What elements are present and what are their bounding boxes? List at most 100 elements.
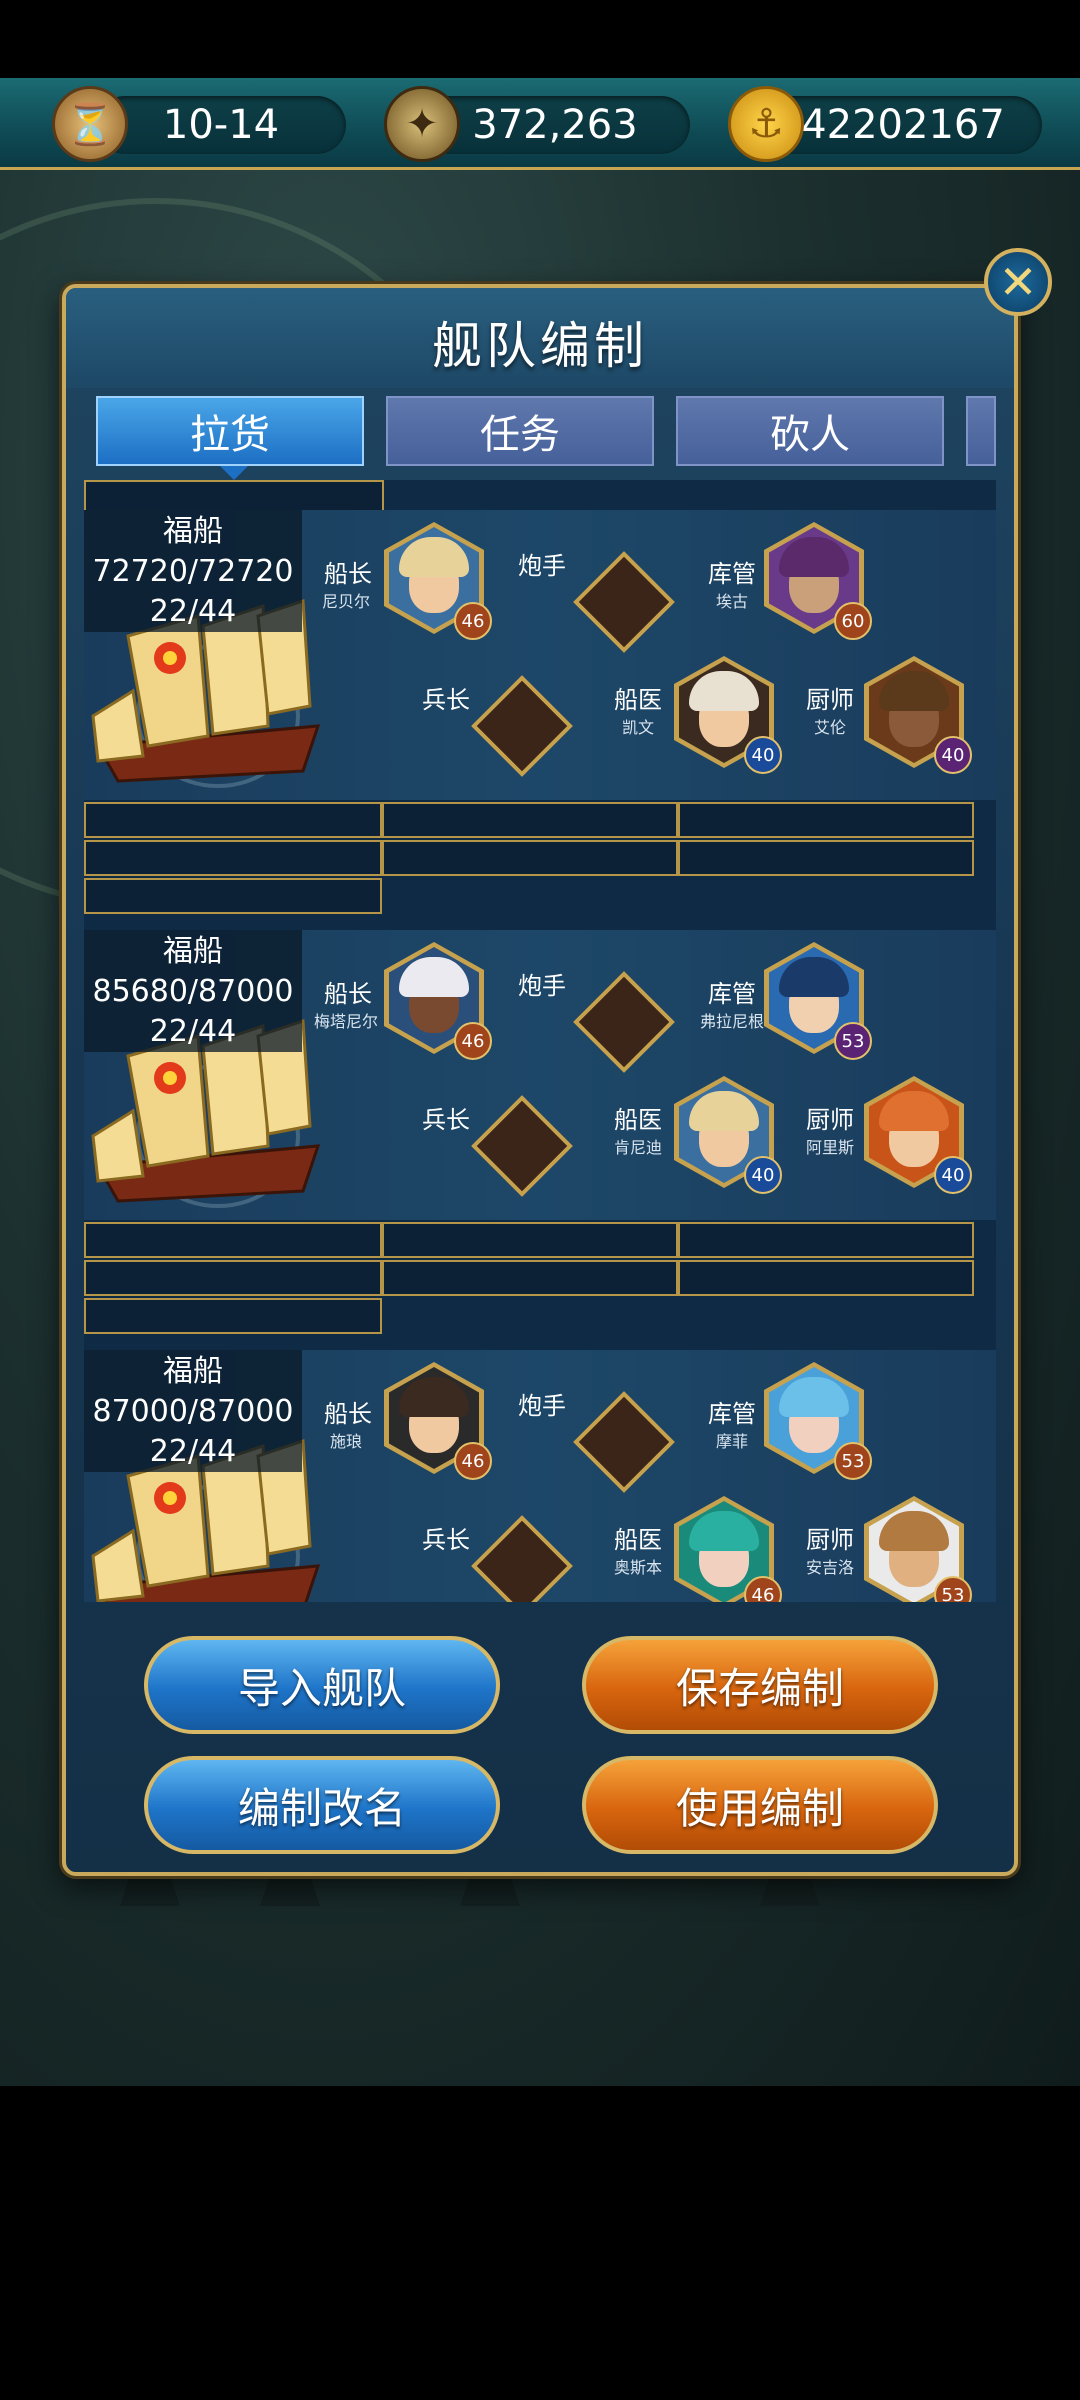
role-label-captain: 船长 — [324, 1400, 372, 1428]
use-formation-button[interactable]: 使用编制 — [582, 1756, 938, 1854]
equipment-slot[interactable] — [678, 1222, 974, 1258]
crew-name: 凯文 — [621, 718, 654, 737]
crew-name: 奥斯本 — [613, 1558, 662, 1577]
dialog-title: 舰队编制 — [432, 317, 648, 375]
close-icon: ✕ — [998, 255, 1038, 309]
equipment-slot[interactable] — [84, 1260, 382, 1296]
tab-mission[interactable]: 任务 — [386, 396, 654, 466]
equipment-slot[interactable] — [678, 1260, 974, 1296]
crew-name: 埃古 — [715, 592, 748, 611]
ship-name: 福船 — [163, 1354, 223, 1389]
portrait-hair — [399, 537, 469, 577]
hourglass-icon: ⏳ — [52, 86, 128, 162]
equipment-slot[interactable] — [84, 1298, 382, 1334]
crew-level-badge: 53 — [834, 1442, 872, 1480]
portrait-hair — [399, 1377, 469, 1417]
role-label-gunner: 炮手 — [518, 552, 566, 580]
portrait-hair — [879, 1091, 949, 1131]
role-label-quartermaster: 库管 — [708, 980, 756, 1008]
button-label: 编制改名 — [237, 1783, 406, 1833]
button-label: 使用编制 — [675, 1783, 844, 1833]
save-formation-button[interactable]: 保存编制 — [582, 1636, 938, 1734]
tab-combat[interactable]: 砍人 — [676, 396, 944, 466]
crew-name: 摩菲 — [715, 1432, 748, 1451]
tab-cargo[interactable]: 拉货 — [96, 396, 364, 466]
close-button[interactable]: ✕ — [984, 248, 1052, 316]
role-label-cook: 厨师 — [806, 1106, 854, 1134]
role-label-doctor: 船医 — [614, 1106, 662, 1134]
equipment-slot[interactable] — [84, 840, 382, 876]
equipment-slot[interactable] — [382, 840, 678, 876]
tab-label: 砍人 — [770, 412, 850, 458]
role-label-soldier: 兵长 — [422, 686, 470, 714]
tab-label: 任务 — [480, 412, 560, 458]
crew-name: 尼贝尔 — [321, 592, 370, 611]
crew-level-badge: 46 — [454, 602, 492, 640]
role-label-doctor: 船医 — [614, 1526, 662, 1554]
ship-crew-count: 22/44 — [149, 594, 237, 629]
role-label-soldier: 兵长 — [422, 1106, 470, 1134]
portrait-hair — [689, 671, 759, 711]
crew-name: 弗拉尼根 — [699, 1012, 764, 1031]
button-label: 导入舰队 — [237, 1663, 406, 1713]
ship-durability: 72720/72720 — [92, 554, 294, 589]
role-label-gunner: 炮手 — [518, 1392, 566, 1420]
ship-info: 福船 72720/72720 22/44 — [84, 510, 302, 632]
role-label-cook: 厨师 — [806, 686, 854, 714]
role-label-cook: 厨师 — [806, 1526, 854, 1554]
active-tab-pointer — [220, 466, 248, 480]
equipment-slot[interactable] — [382, 1260, 678, 1296]
portrait-hair — [399, 957, 469, 997]
date-display: 10-14 — [96, 96, 346, 154]
equipment-slot[interactable] — [382, 802, 678, 838]
portrait-hair — [779, 1377, 849, 1417]
role-label-quartermaster: 库管 — [708, 1400, 756, 1428]
silver-value: 372,263 — [472, 102, 638, 148]
date-value: 10-14 — [162, 102, 280, 148]
equipment-slot[interactable] — [84, 802, 382, 838]
ship-crew-count: 22/44 — [149, 1434, 237, 1469]
formation-tabs: 拉货 任务 砍人 — [96, 396, 996, 466]
crew-name: 施琅 — [329, 1432, 362, 1451]
crew-name: 肯尼迪 — [613, 1138, 662, 1157]
role-label-captain: 船长 — [324, 560, 372, 588]
letterbox-bottom — [0, 2086, 1080, 2400]
ship-info: 福船 87000/87000 22/44 — [84, 1350, 302, 1472]
anchor-coin-icon: ⚓ — [728, 86, 804, 162]
equipment-slot[interactable] — [678, 840, 974, 876]
crew-level-badge: 46 — [454, 1022, 492, 1060]
ship-info: 福船 85680/87000 22/44 — [84, 930, 302, 1052]
portrait-hair — [689, 1511, 759, 1551]
role-label-doctor: 船医 — [614, 686, 662, 714]
crew-level-badge: 40 — [744, 1156, 782, 1194]
crew-level-badge: 46 — [454, 1442, 492, 1480]
import-fleet-button[interactable]: 导入舰队 — [144, 1636, 500, 1734]
equipment-slot[interactable] — [84, 1222, 382, 1258]
equipment-slot[interactable] — [678, 802, 974, 838]
role-label-quartermaster: 库管 — [708, 560, 756, 588]
gold-display: 42202167 — [764, 96, 1042, 154]
rename-formation-button[interactable]: 编制改名 — [144, 1756, 500, 1854]
button-label: 保存编制 — [675, 1663, 844, 1713]
portrait-hair — [779, 957, 849, 997]
tab-more[interactable] — [966, 396, 996, 466]
role-label-captain: 船长 — [324, 980, 372, 1008]
crew-level-badge: 53 — [834, 1022, 872, 1060]
ship-name: 福船 — [163, 934, 223, 969]
portrait-hair — [879, 1511, 949, 1551]
equipment-slot[interactable] — [382, 1222, 678, 1258]
fleet-list[interactable]: 福船 72720/72720 22/44 船长 46 尼贝尔 炮手 库管 60 埃古 兵长 船医 40 凯… — [84, 480, 996, 1602]
crew-level-badge: 40 — [744, 736, 782, 774]
ship-durability: 87000/87000 — [92, 1394, 294, 1429]
role-label-gunner: 炮手 — [518, 972, 566, 1000]
role-label-soldier: 兵长 — [422, 1526, 470, 1554]
equipment-slot[interactable] — [84, 878, 382, 914]
portrait-hair — [779, 537, 849, 577]
crew-name: 梅塔尼尔 — [313, 1012, 378, 1031]
gold-value: 42202167 — [801, 102, 1005, 148]
silver-display: 372,263 — [420, 96, 690, 154]
ship-crew-count: 22/44 — [149, 1014, 237, 1049]
crew-name: 艾伦 — [813, 718, 846, 737]
compass-coin-icon: ✦ — [384, 86, 460, 162]
ship-durability: 85680/87000 — [92, 974, 294, 1009]
